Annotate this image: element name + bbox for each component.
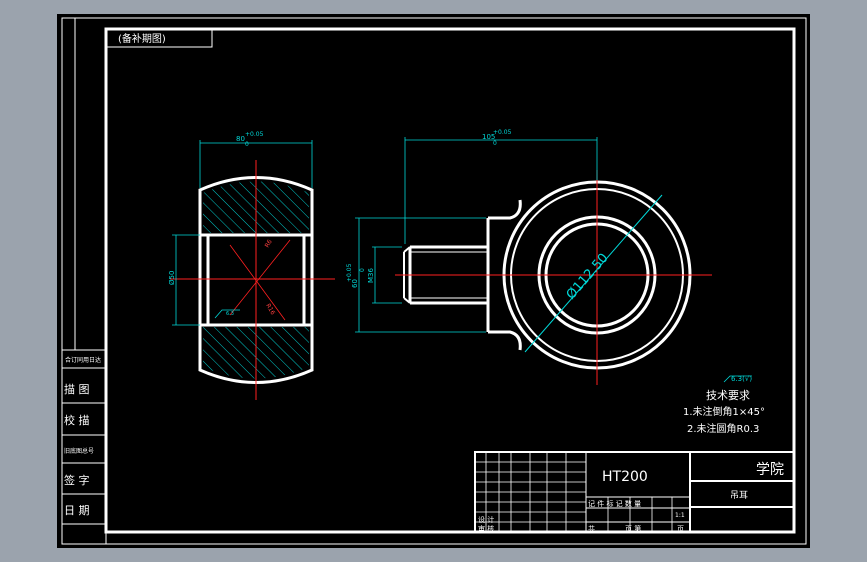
corner-tag-text: (备补期图) bbox=[118, 32, 166, 45]
left-block-header: 合订同用日达 bbox=[65, 356, 101, 364]
left-block-row2: 校 描 bbox=[64, 413, 90, 427]
dim-top-tol-lower: 0 bbox=[245, 141, 249, 148]
material-label: HT200 bbox=[602, 469, 648, 485]
dim-bore-dia: Ø50 bbox=[168, 271, 176, 285]
school-label: 学院 bbox=[756, 462, 784, 478]
left-block-row3: 旧底图总号 bbox=[64, 447, 94, 455]
designer-label: 设 计 bbox=[478, 515, 494, 524]
notes-line2: 2.未注圆角R0.3 bbox=[687, 422, 759, 435]
dim-top-tol-upper: +0.05 bbox=[245, 131, 264, 138]
dim-side-tol-upper: +0.05 bbox=[493, 129, 512, 136]
dim-side-tol-lower: 0 bbox=[493, 140, 497, 147]
left-block-row5: 日 期 bbox=[64, 504, 90, 517]
notes-line1: 1.未注倒角1×45° bbox=[683, 405, 765, 418]
scale-label: 1:1 bbox=[675, 512, 685, 519]
left-block-row1: 描 图 bbox=[64, 382, 90, 396]
left-block-row4: 签 字 bbox=[64, 473, 90, 487]
dim-height-tol-lower: 0 bbox=[359, 268, 366, 272]
dim-thread: M36 bbox=[367, 268, 375, 283]
notes-title: 技术要求 bbox=[706, 389, 750, 402]
page-label: 页 bbox=[677, 525, 684, 533]
roughness-left: 6.3 bbox=[226, 311, 234, 317]
roughness-top-note: 6.3(√) bbox=[731, 375, 752, 383]
total-label: 共 bbox=[588, 524, 595, 533]
cad-drawing-canvas: (备补期图) 合订同用日达 描 图 校 描 旧底图总号 签 字 日 期 80 +… bbox=[57, 14, 810, 548]
dim-top-width: 80 bbox=[236, 135, 245, 143]
title-row-labels: 记 件 标 记 数 量 bbox=[588, 499, 641, 508]
dim-height-tol-upper: +0.05 bbox=[346, 263, 353, 282]
part-name-label: 吊耳 bbox=[730, 490, 748, 501]
sheet-label: 页 第 bbox=[625, 524, 641, 533]
approve-label: 审 核 bbox=[478, 524, 494, 533]
